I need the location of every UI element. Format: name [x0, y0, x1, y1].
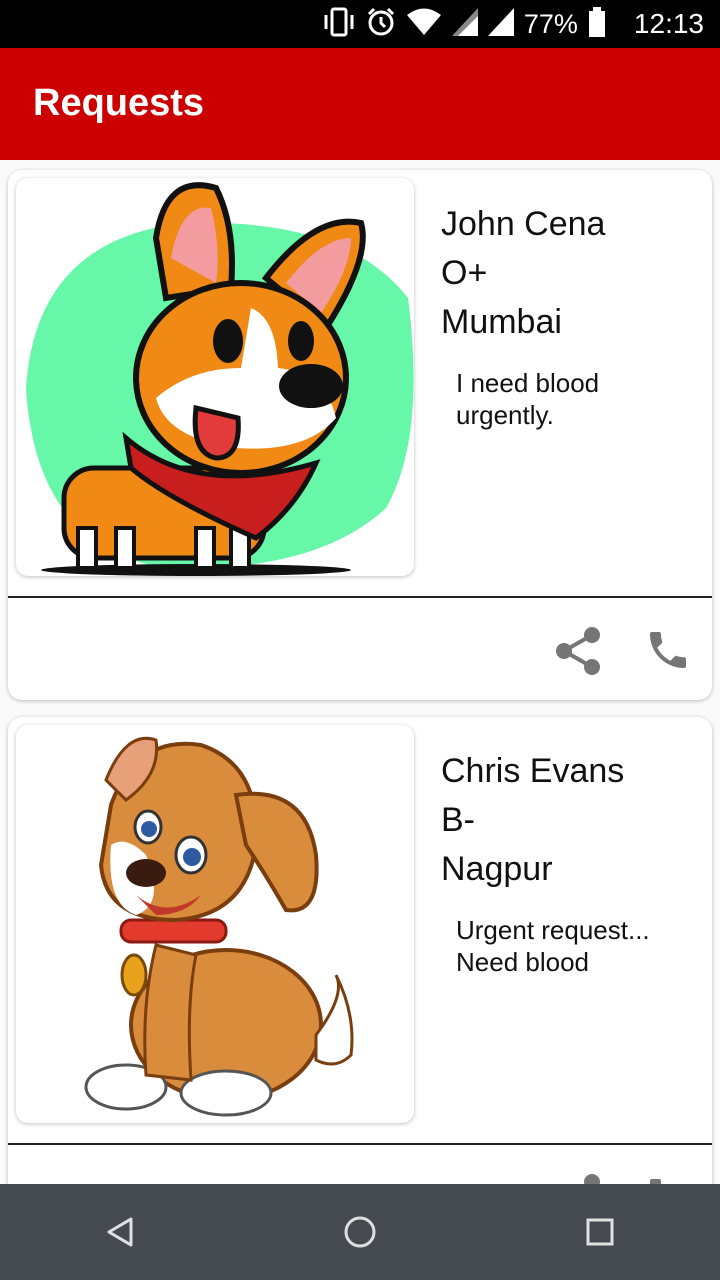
- request-details: John Cena O+ Mumbai I need blood urgentl…: [441, 200, 701, 431]
- request-message: Urgent request... Need blood: [456, 914, 701, 978]
- request-message-line: Need blood: [456, 947, 589, 977]
- signal-icon: [451, 7, 478, 41]
- share-icon[interactable]: [554, 626, 602, 676]
- app-bar: Requests: [0, 48, 720, 160]
- city: Nagpur: [441, 850, 553, 888]
- request-card[interactable]: John Cena O+ Mumbai I need blood urgentl…: [8, 170, 712, 700]
- city: Mumbai: [441, 303, 562, 341]
- card-actions: [554, 1173, 692, 1184]
- wifi-icon: [406, 8, 442, 41]
- avatar-corgi-image: [16, 178, 414, 576]
- card-actions: [554, 626, 692, 676]
- page-title: Requests: [33, 82, 205, 124]
- battery-icon: [588, 6, 606, 42]
- request-message-line: urgently.: [456, 400, 554, 430]
- request-message-line: I need blood: [456, 368, 600, 398]
- request-details: Chris Evans B- Nagpur Urgent request... …: [441, 747, 701, 978]
- signal-icon: [487, 7, 514, 41]
- divider: [8, 1143, 712, 1145]
- battery-percent: 77%: [523, 8, 578, 39]
- request-message: I need blood urgently.: [456, 367, 701, 431]
- blood-group: B-: [441, 801, 475, 839]
- requests-list[interactable]: John Cena O+ Mumbai I need blood urgentl…: [0, 160, 720, 1184]
- clock: 12:13: [633, 8, 704, 39]
- avatar-puppy-image: [16, 725, 414, 1123]
- back-icon[interactable]: [80, 1192, 160, 1272]
- requester-name: Chris Evans: [441, 752, 625, 790]
- requester-name: John Cena: [441, 205, 606, 243]
- navigation-bar: [0, 1184, 720, 1280]
- request-card[interactable]: Chris Evans B- Nagpur Urgent request... …: [8, 717, 712, 1184]
- request-message-line: Urgent request...: [456, 915, 650, 945]
- recents-icon[interactable]: [560, 1192, 640, 1272]
- phone-icon[interactable]: [644, 1173, 692, 1184]
- home-icon[interactable]: [320, 1192, 400, 1272]
- divider: [8, 596, 712, 598]
- phone-icon[interactable]: [644, 626, 692, 676]
- vibrate-icon: [322, 7, 356, 42]
- status-bar: 77% 12:13: [0, 0, 720, 48]
- alarm-icon: [366, 7, 396, 42]
- blood-group: O+: [441, 254, 488, 292]
- share-icon[interactable]: [554, 1173, 602, 1184]
